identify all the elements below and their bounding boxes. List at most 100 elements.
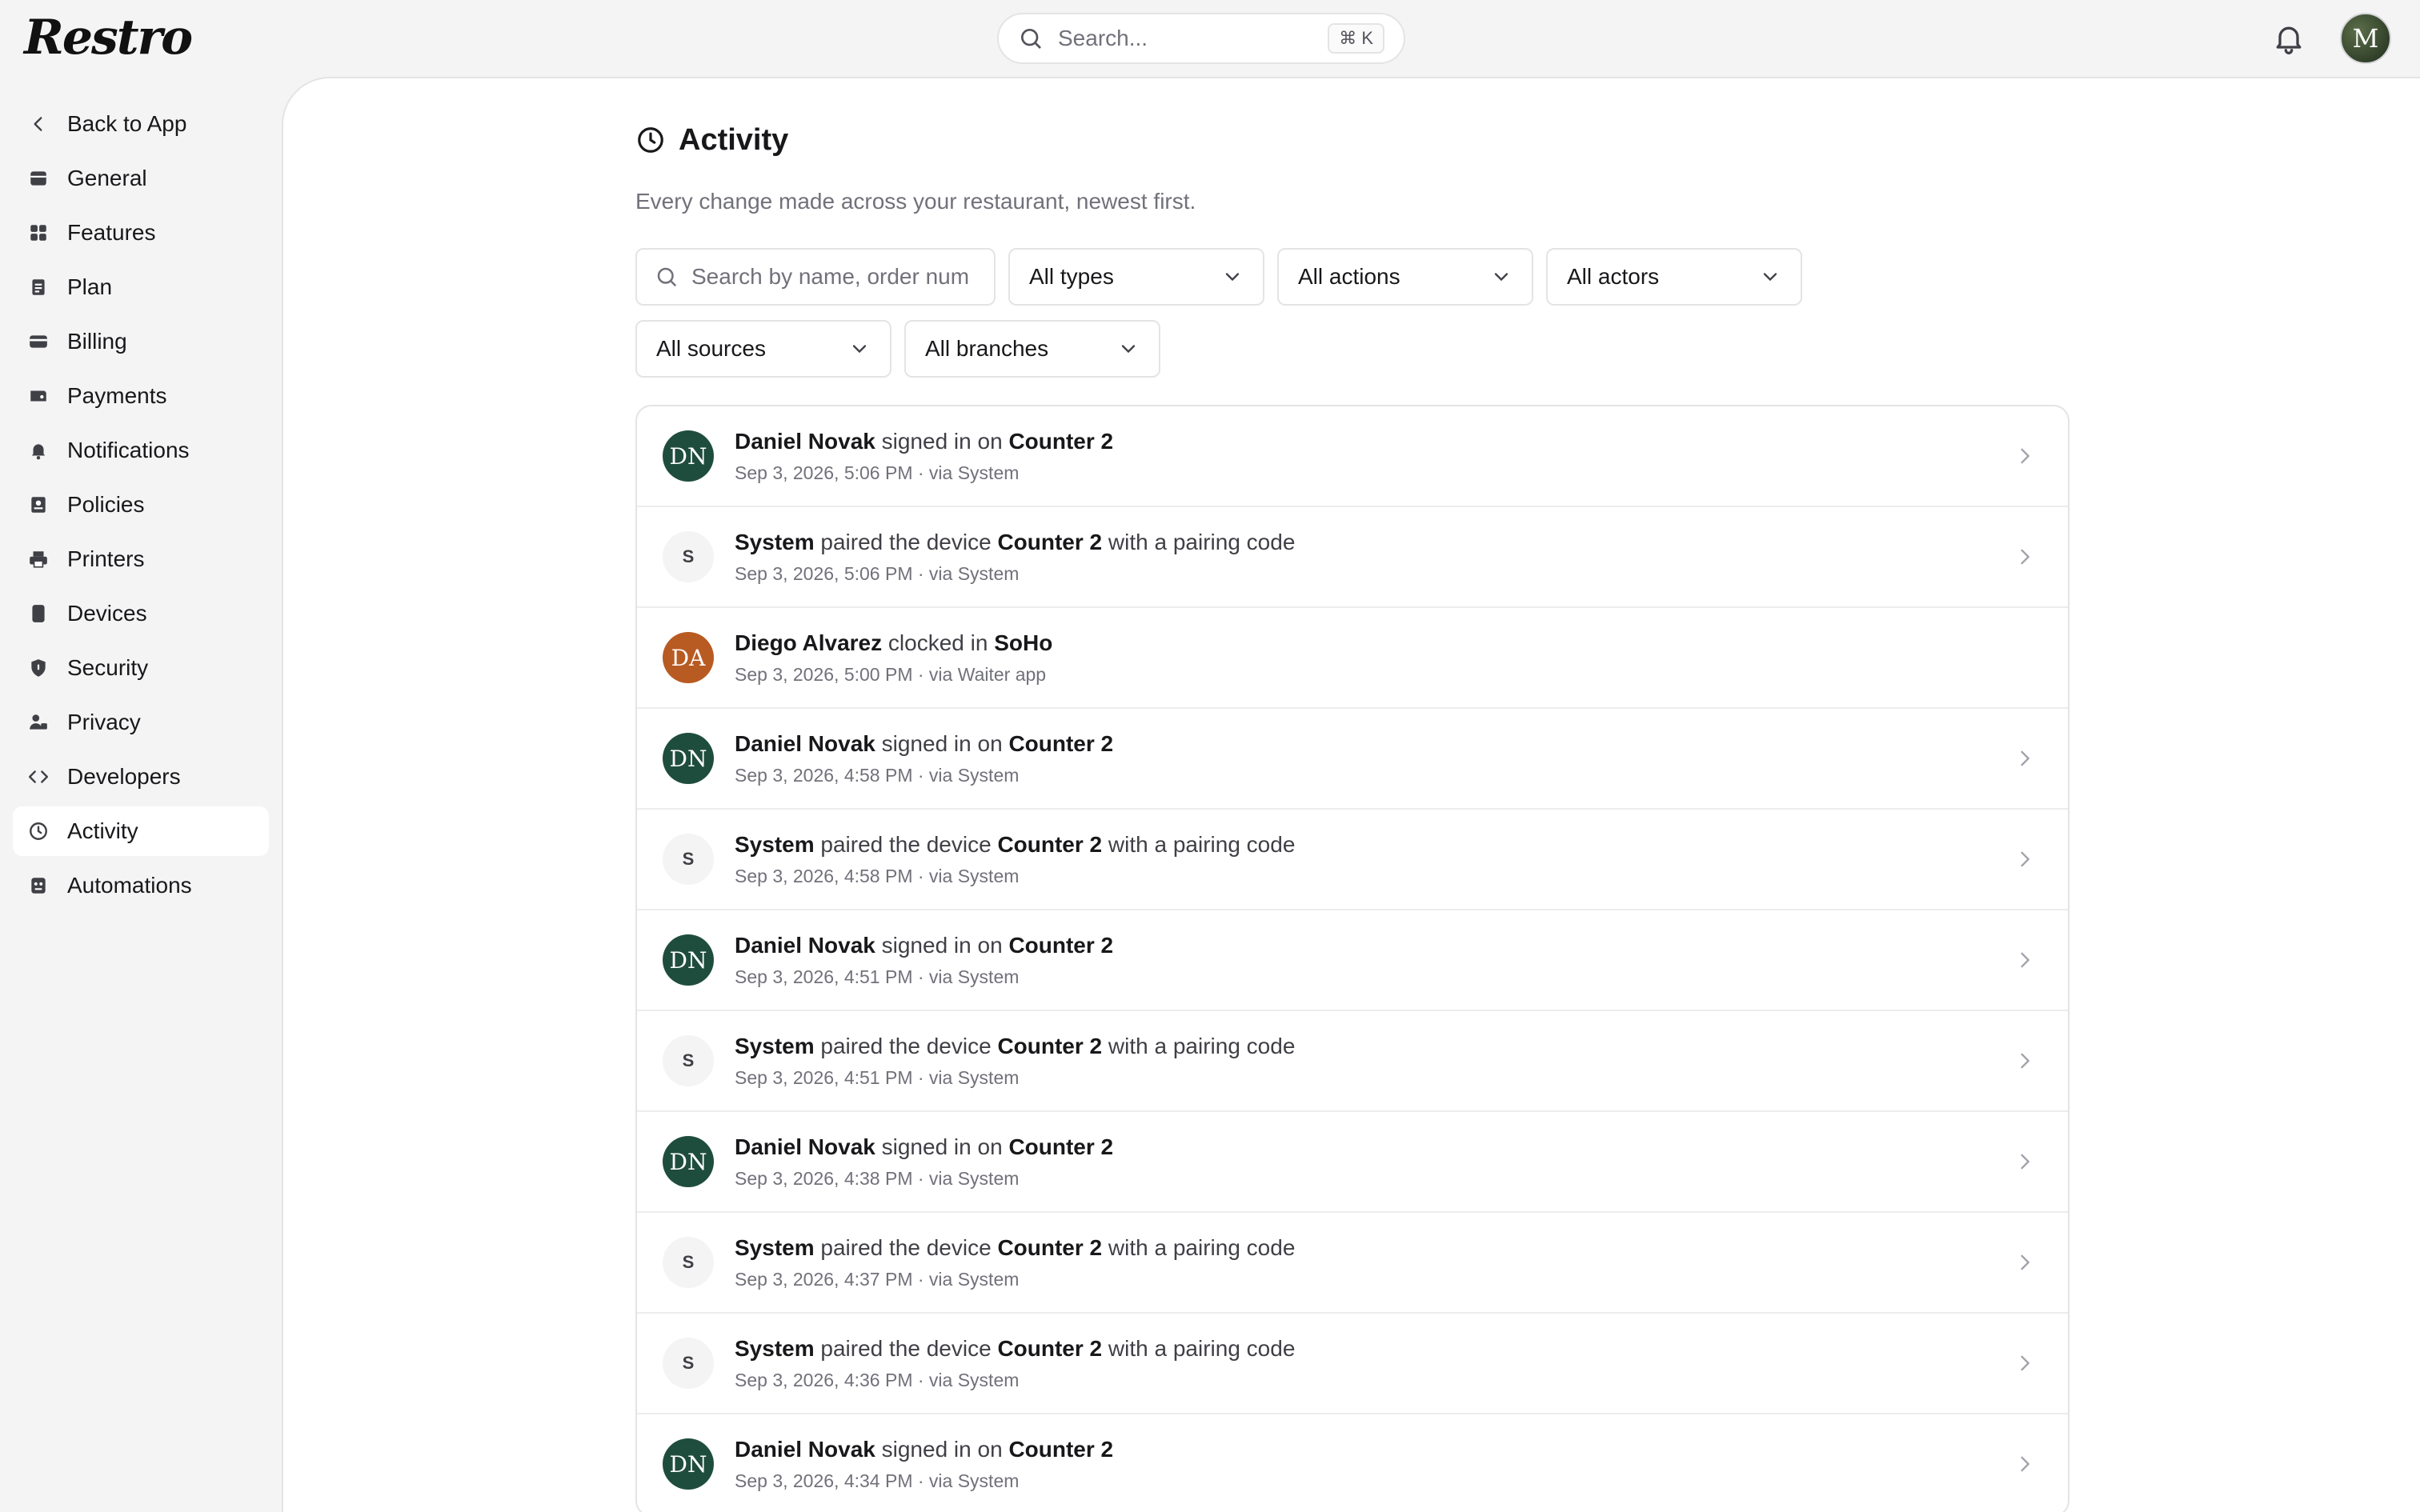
activity-actor: Daniel Novak [735, 1134, 875, 1159]
activity-verb: signed in on [881, 932, 1003, 958]
sidebar-item-devices[interactable]: Devices [13, 589, 269, 638]
activity-actor: Daniel Novak [735, 428, 875, 454]
sidebar-item-notifications[interactable]: Notifications [13, 426, 269, 475]
sidebar-item-label: Policies [67, 492, 145, 517]
activity-row[interactable]: S System paired the device Counter 2 with… [637, 507, 2068, 608]
wallet-icon [27, 385, 50, 407]
sidebar-item-label: Billing [67, 329, 127, 354]
activity-meta: Sep 3, 2026, 5:06 PM · via System [735, 562, 1020, 584]
page-subtitle: Every change made across your restaurant… [635, 189, 1196, 214]
activity-verb: paired the device [820, 529, 992, 554]
activity-row[interactable]: DN Daniel Novak signed in on Counter 2 Sep… [637, 709, 2068, 810]
sidebar-item-label: General [67, 166, 147, 190]
activity-summary: System paired the device Counter 2 with … [735, 530, 1295, 555]
grid-icon [27, 222, 50, 244]
activity-actor: Daniel Novak [735, 730, 875, 756]
activity-verb: signed in on [881, 1134, 1003, 1159]
activity-verb: clocked in [887, 630, 988, 655]
source-filter-select[interactable]: All sources [635, 320, 891, 378]
activity-target: SoHo [994, 630, 1053, 655]
logo[interactable]: Restro [24, 10, 193, 66]
actor-avatar: DN [663, 1136, 714, 1187]
activity-actor: Daniel Novak [735, 932, 875, 958]
actor-filter-select[interactable]: All actors [1546, 248, 1802, 306]
card-icon [27, 330, 50, 353]
activity-suffix: with a pairing code [1108, 1335, 1296, 1361]
chevron-right-icon[interactable] [2013, 949, 2036, 971]
activity-row[interactable]: S System paired the device Counter 2 with… [637, 1213, 2068, 1314]
activity-search[interactable] [635, 248, 996, 306]
tablet-icon [27, 602, 50, 625]
activity-suffix: with a pairing code [1108, 1234, 1296, 1260]
global-search[interactable]: Search... ⌘ K [997, 13, 1405, 64]
activity-text: System paired the device Counter 2 with … [735, 1235, 1295, 1290]
chevron-right-icon[interactable] [2013, 1050, 2036, 1072]
sidebar-item-payments[interactable]: Payments [13, 371, 269, 421]
activity-row[interactable]: S System paired the device Counter 2 with… [637, 1011, 2068, 1112]
activity-summary: Daniel Novak signed in on Counter 2 [735, 933, 1113, 958]
activity-verb: signed in on [881, 1436, 1003, 1462]
action-filter-select[interactable]: All actions [1277, 248, 1533, 306]
printer-icon [27, 548, 50, 570]
activity-search-input[interactable] [691, 264, 980, 290]
sidebar-item-policies[interactable]: Policies [13, 480, 269, 530]
sidebar-item-label: Notifications [67, 438, 190, 462]
type-filter-select[interactable]: All types [1008, 248, 1264, 306]
sidebar-item-printers[interactable]: Printers [13, 534, 269, 584]
branch-filter-select[interactable]: All branches [904, 320, 1160, 378]
sidebar-item-features[interactable]: Features [13, 208, 269, 258]
activity-row[interactable]: DN Daniel Novak signed in on Counter 2 Sep… [637, 1414, 2068, 1512]
chevron-right-icon[interactable] [2013, 1453, 2036, 1475]
activity-row[interactable]: DN Daniel Novak signed in on Counter 2 Sep… [637, 406, 2068, 507]
chevron-right-icon[interactable] [2013, 1150, 2036, 1173]
notifications-bell-icon[interactable] [2271, 21, 2306, 56]
activity-summary: Diego Alvarez clocked in SoHo [735, 630, 1052, 656]
sidebar-item-developers[interactable]: Developers [13, 752, 269, 802]
activity-meta: Sep 3, 2026, 5:06 PM · via System [735, 462, 1020, 483]
chevron-right-icon[interactable] [2013, 445, 2036, 467]
activity-summary: Daniel Novak signed in on Counter 2 [735, 731, 1113, 757]
activity-suffix: with a pairing code [1108, 529, 1296, 554]
chevron-right-icon[interactable] [2013, 848, 2036, 870]
activity-meta: Sep 3, 2026, 4:38 PM · via System [735, 1167, 1020, 1189]
chevron-right-icon[interactable] [2013, 1352, 2036, 1374]
chevron-right-icon[interactable] [2013, 1251, 2036, 1274]
sidebar-item-automations[interactable]: Automations [13, 861, 269, 910]
activity-target: Counter 2 [1008, 932, 1114, 958]
activity-text: System paired the device Counter 2 with … [735, 530, 1295, 585]
activity-meta: Sep 3, 2026, 4:58 PM · via System [735, 865, 1020, 886]
search-shortcut-badge: ⌘ K [1328, 23, 1384, 54]
activity-target: Counter 2 [1008, 1436, 1114, 1462]
action-filter-value: All actions [1298, 264, 1400, 289]
chevron-down-icon [1494, 273, 1508, 282]
activity-row[interactable]: DN Daniel Novak signed in on Counter 2 Sep… [637, 1112, 2068, 1213]
sidebar-item-activity[interactable]: Activity [13, 806, 269, 856]
activity-row[interactable]: S System paired the device Counter 2 with… [637, 1314, 2068, 1414]
sidebar-item-billing[interactable]: Billing [13, 317, 269, 366]
activity-actor: System [735, 1033, 815, 1058]
chevron-left-icon [27, 113, 50, 135]
activity-target: Counter 2 [1008, 1134, 1114, 1159]
sidebar-item-security[interactable]: Security [13, 643, 269, 693]
clock-icon [27, 820, 50, 842]
settings-sidebar: Back to App General Features Plan Billing Pay… [13, 99, 269, 915]
activity-target: Counter 2 [1008, 428, 1114, 454]
activity-text: System paired the device Counter 2 with … [735, 832, 1295, 887]
chevron-down-icon [1121, 345, 1136, 354]
activity-row[interactable]: DN Daniel Novak signed in on Counter 2 Sep… [637, 910, 2068, 1011]
actor-avatar: S [663, 1237, 714, 1288]
chevron-right-icon[interactable] [2013, 546, 2036, 568]
activity-meta: Sep 3, 2026, 4:37 PM · via System [735, 1268, 1020, 1290]
activity-row: DA Diego Alvarez clocked in SoHo Sep 3, 20… [637, 608, 2068, 709]
activity-row[interactable]: S System paired the device Counter 2 with… [637, 810, 2068, 910]
policy-icon [27, 494, 50, 516]
sidebar-item-plan[interactable]: Plan [13, 262, 269, 312]
user-avatar[interactable]: M [2340, 13, 2391, 64]
sidebar-item-back-to-app[interactable]: Back to App [13, 99, 269, 149]
sidebar-item-privacy[interactable]: Privacy [13, 698, 269, 747]
chevron-down-icon [1225, 273, 1240, 282]
chevron-right-icon[interactable] [2013, 747, 2036, 770]
sidebar-item-label: Back to App [67, 111, 187, 136]
sidebar-item-general[interactable]: General [13, 154, 269, 203]
activity-verb: signed in on [881, 428, 1003, 454]
